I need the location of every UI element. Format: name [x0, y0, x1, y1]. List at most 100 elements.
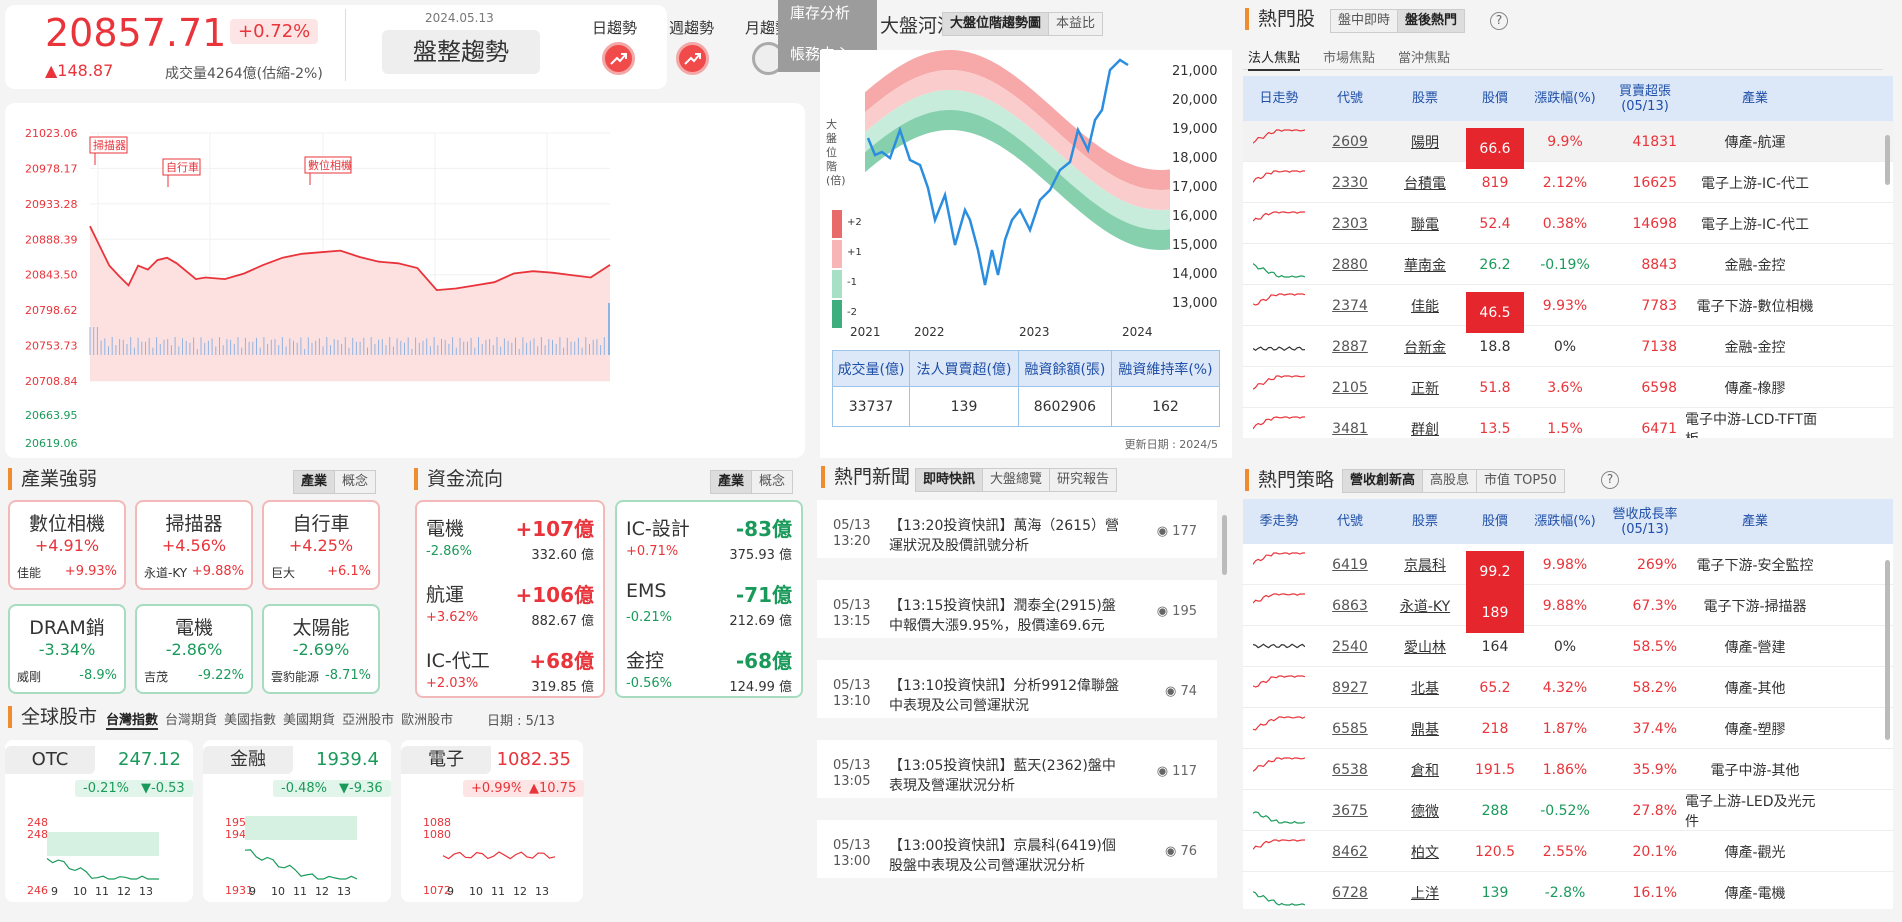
stock-name[interactable]: 群創: [1385, 408, 1465, 438]
stock-name[interactable]: 台新金: [1385, 326, 1465, 367]
stock-name[interactable]: 愛山林: [1385, 626, 1465, 667]
stock-name[interactable]: 台積電: [1385, 162, 1465, 203]
stock-code[interactable]: 2330: [1315, 162, 1385, 203]
industry-card[interactable]: DRAM銷 -3.34% 威剛 -8.9%: [8, 604, 126, 694]
global-tab[interactable]: 亞洲股市: [342, 709, 394, 730]
stock-code[interactable]: 8927: [1315, 667, 1385, 708]
global-tab[interactable]: 歐洲股市: [401, 709, 453, 730]
table-row[interactable]: 8927 北基 65.2 4.32% 58.2% 傳產-其他: [1243, 667, 1893, 708]
stock-name[interactable]: 上洋: [1385, 872, 1465, 909]
stock-code[interactable]: 2609: [1315, 121, 1385, 162]
tab-news-overview[interactable]: 大盤總覽: [983, 469, 1051, 491]
menu-inventory-analysis[interactable]: 庫存分析: [790, 2, 850, 23]
industry-card[interactable]: 數位相機 +4.91% 佳能 +9.93%: [8, 500, 126, 590]
stock-code[interactable]: 3481: [1315, 408, 1385, 438]
tab-capital-concept[interactable]: 概念: [752, 471, 792, 493]
tab-week-trend[interactable]: 週趨勢: [669, 17, 714, 38]
table-row[interactable]: 2105 正新 51.8 3.6% 6598 傳產-橡膠: [1243, 367, 1893, 408]
stock-code[interactable]: 2880: [1315, 244, 1385, 285]
global-tab[interactable]: 台灣期貨: [165, 709, 217, 730]
table-header-cell[interactable]: 營收成長率 (05/13): [1605, 499, 1685, 544]
tab-after-hours[interactable]: 盤後熱門: [1398, 10, 1465, 32]
table-row[interactable]: 3481群創 13.5 1.5% 6471 電子中游-LCD-TFT面板: [1243, 408, 1893, 438]
stock-code[interactable]: 3675: [1315, 790, 1385, 831]
table-row[interactable]: 2330 台積電 819 2.12% 16625 電子上游-IC-代工: [1243, 162, 1893, 203]
strategy-scrollbar[interactable]: [1885, 560, 1890, 740]
capital-flow-item[interactable]: IC-代工 +68億 +2.03% 319.85 億: [418, 642, 602, 702]
capital-flow-item[interactable]: 金控 -68億 -0.56% 124.99 億: [618, 642, 800, 702]
news-headline[interactable]: 【13:20投資快訊】萬海（2615）營運狀況及股價訊號分析: [889, 516, 1119, 556]
stock-code[interactable]: 2105: [1315, 367, 1385, 408]
stock-name[interactable]: 鼎基: [1385, 708, 1465, 749]
table-header-cell[interactable]: 買賣超張 (05/13): [1605, 76, 1685, 121]
stock-name[interactable]: 佳能: [1385, 285, 1465, 326]
table-row[interactable]: 6863 永道-KY 189 9.88% 67.3% 電子下游-掃描器: [1243, 585, 1893, 633]
table-row[interactable]: 8462 柏文 120.5 2.55% 20.1% 傳產-觀光: [1243, 831, 1893, 872]
news-item[interactable]: 05/13 13:00 【13:00投資快訊】京晨科(6419)個股盤中表現及公司營…: [817, 820, 1217, 886]
news-scrollbar[interactable]: [1222, 515, 1227, 575]
stock-name[interactable]: 京晨科: [1385, 544, 1465, 585]
capital-flow-item[interactable]: EMS -71億 -0.21% 212.69 億: [618, 576, 800, 636]
help-icon[interactable]: ?: [1490, 12, 1508, 30]
news-headline[interactable]: 【13:05投資快訊】藍天(2362)盤中表現及營運狀況分析: [889, 756, 1119, 796]
news-item[interactable]: 05/13 13:20 【13:20投資快訊】萬海（2615）營運狀況及股價訊號分析…: [817, 500, 1217, 566]
hot-stock-scrollbar[interactable]: [1885, 135, 1890, 185]
strategy-help-icon[interactable]: ?: [1601, 471, 1619, 489]
global-tab[interactable]: 美國期貨: [283, 709, 335, 730]
stock-code[interactable]: 2540: [1315, 626, 1385, 667]
stock-name[interactable]: 倉和: [1385, 749, 1465, 790]
stock-code[interactable]: 2887: [1315, 326, 1385, 367]
news-headline[interactable]: 【13:15投資快訊】潤泰全(2915)盤中報價大漲9.95%，股價達69.6元: [889, 596, 1119, 636]
global-tab[interactable]: 美國指數: [224, 709, 276, 730]
industry-card[interactable]: 自行車 +4.25% 巨大 +6.1%: [262, 500, 380, 590]
global-index-card[interactable]: OTC 247.12 -0.21% ▼-0.53 248 248 246 9 10 11 12 13: [5, 740, 193, 902]
stock-code[interactable]: 6863: [1315, 585, 1385, 626]
tab-news-research[interactable]: 研究報告: [1050, 469, 1116, 491]
news-item[interactable]: 05/13 13:10 【13:10投資快訊】分析9912偉聯盤中表現及公司營運狀況…: [817, 660, 1217, 726]
stock-name[interactable]: 永道-KY: [1385, 585, 1465, 626]
table-row[interactable]: 6728 上洋 139 -2.8% 16.1% 傳產-電機: [1243, 872, 1893, 909]
stock-code[interactable]: 6728: [1315, 872, 1385, 909]
industry-card[interactable]: 電機 -2.86% 吉茂 -9.22%: [135, 604, 253, 694]
stock-code[interactable]: 6419: [1315, 544, 1385, 585]
tab-news-live[interactable]: 即時快訊: [916, 469, 984, 491]
stock-code[interactable]: 6585: [1315, 708, 1385, 749]
stock-name[interactable]: 北基: [1385, 667, 1465, 708]
tab-industry[interactable]: 產業: [294, 471, 336, 493]
table-row[interactable]: 3675 德微 288 -0.52% 27.8% 電子上游-LED及光元件: [1243, 790, 1893, 831]
week-trend-icon[interactable]: [676, 42, 709, 75]
stock-name[interactable]: 華南金: [1385, 244, 1465, 285]
tab-revenue-high[interactable]: 營收創新高: [1343, 470, 1424, 492]
news-item[interactable]: 05/13 13:05 【13:05投資快訊】藍天(2362)盤中表現及營運狀況分析…: [817, 740, 1217, 806]
tab-flow-trend[interactable]: 大盤位階趨勢圖: [943, 13, 1050, 35]
subtab-institutional[interactable]: 法人焦點: [1248, 47, 1301, 71]
global-index-card[interactable]: 金融 1939.4 -0.48% ▼-9.36 1951 1949 1931 9 10 11 12 1…: [203, 740, 391, 902]
news-item[interactable]: 05/13 13:15 【13:15投資快訊】潤泰全(2915)盤中報價大漲9.95…: [817, 580, 1217, 646]
tab-intraday[interactable]: 盤中即時: [1331, 10, 1399, 32]
tab-concept[interactable]: 概念: [335, 471, 375, 493]
stock-name[interactable]: 柏文: [1385, 831, 1465, 872]
capital-flow-item[interactable]: 航運 +106億 +3.62% 882.67 億: [418, 576, 602, 636]
tab-high-dividend[interactable]: 高股息: [1423, 470, 1478, 492]
stock-name[interactable]: 陽明: [1385, 121, 1465, 162]
table-row[interactable]: 2887 台新金 18.8 0% 7138 金融-金控: [1243, 326, 1893, 367]
stock-code[interactable]: 2303: [1315, 203, 1385, 244]
stock-code[interactable]: 6538: [1315, 749, 1385, 790]
table-row[interactable]: 2303 聯電 52.4 0.38% 14698 電子上游-IC-代工: [1243, 203, 1893, 244]
stock-name[interactable]: 正新: [1385, 367, 1465, 408]
global-index-card[interactable]: 電子 1082.35 +0.99% ▲10.75 1088 1080 1072 9 10 11 12…: [401, 740, 585, 902]
industry-card[interactable]: 掃描器 +4.56% 永道-KY +9.88%: [135, 500, 253, 590]
table-row[interactable]: 2540 愛山林 164 0% 58.5% 傳產-營建: [1243, 626, 1893, 667]
stock-name[interactable]: 聯電: [1385, 203, 1465, 244]
capital-flow-item[interactable]: IC-設計 -83億 +0.71% 375.93 億: [618, 510, 800, 570]
subtab-daytrade[interactable]: 當沖焦點: [1398, 47, 1450, 66]
table-row[interactable]: 6419 京晨科 99.2 9.98% 269% 電子下游-安全監控: [1243, 544, 1893, 592]
stock-name[interactable]: 德微: [1385, 790, 1465, 831]
stock-code[interactable]: 8462: [1315, 831, 1385, 872]
table-row[interactable]: 6538 倉和 191.5 1.86% 35.9% 電子中游-其他: [1243, 749, 1893, 790]
table-row[interactable]: 2609 陽明 66.6 9.9% 41831 傳產-航運: [1243, 121, 1893, 169]
day-trend-icon[interactable]: [602, 42, 635, 75]
industry-card[interactable]: 太陽能 -2.69% 雲豹能源 -8.71%: [262, 604, 380, 694]
news-headline[interactable]: 【13:00投資快訊】京晨科(6419)個股盤中表現及公司營運狀況分析: [889, 836, 1119, 876]
capital-flow-item[interactable]: 電機 +107億 -2.86% 332.60 億: [418, 510, 602, 570]
